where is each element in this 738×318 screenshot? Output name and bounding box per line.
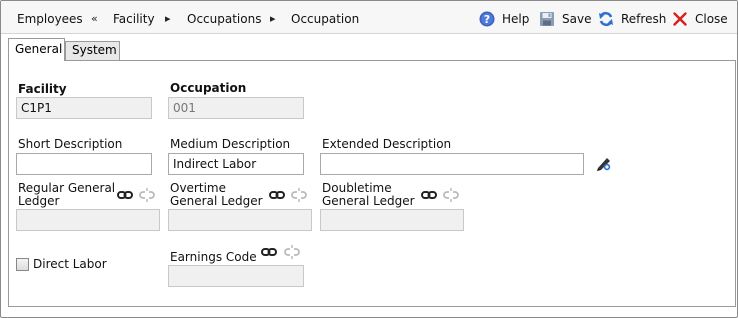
- breadcrumb-back-separator: «: [91, 12, 98, 25]
- facility-label: Facility: [18, 82, 67, 96]
- edit-pen-icon[interactable]: [595, 154, 613, 172]
- regular-gl-field: [16, 209, 160, 231]
- refresh-label: Refresh: [621, 12, 667, 26]
- help-label: Help: [502, 12, 530, 26]
- breadcrumb-employees[interactable]: Employees: [17, 12, 83, 26]
- close-button[interactable]: Close: [672, 10, 728, 28]
- doubletime-gl-label-line2: General Ledger: [322, 194, 415, 208]
- link-icon[interactable]: [261, 246, 277, 258]
- facility-field: C1P1: [16, 97, 152, 119]
- extended-description-input[interactable]: [320, 153, 584, 175]
- direct-labor-label: Direct Labor: [33, 257, 107, 271]
- top-toolbar: Employees « Facility ▸ Occupations ▸ Occ…: [1, 1, 737, 34]
- help-icon: ?: [479, 11, 495, 27]
- save-label: Save: [562, 12, 592, 26]
- medium-description-input[interactable]: Indirect Labor: [168, 153, 304, 175]
- breadcrumb-separator: ▸: [270, 12, 276, 25]
- occupation-field: 001: [168, 97, 304, 119]
- earnings-code-label: Earnings Code: [170, 250, 257, 264]
- overtime-gl-field: [168, 209, 312, 231]
- unlink-icon[interactable]: [139, 188, 155, 202]
- short-description-input[interactable]: [16, 153, 152, 175]
- extended-description-label: Extended Description: [322, 137, 452, 151]
- breadcrumb-separator: ▸: [165, 12, 171, 25]
- unlink-icon[interactable]: [284, 245, 300, 259]
- save-icon: [539, 11, 555, 27]
- svg-text:?: ?: [484, 13, 490, 26]
- help-button[interactable]: ? Help: [479, 10, 529, 28]
- close-icon: [672, 11, 688, 27]
- link-icon[interactable]: [269, 189, 285, 201]
- occupation-label: Occupation: [170, 81, 247, 95]
- unlink-icon[interactable]: [291, 188, 307, 202]
- tab-general[interactable]: General: [8, 38, 65, 61]
- breadcrumb-occupation: Occupation: [291, 12, 360, 26]
- unlink-icon[interactable]: [443, 188, 459, 202]
- regular-gl-label-line2: Ledger: [18, 194, 60, 208]
- link-icon[interactable]: [421, 189, 437, 201]
- doubletime-gl-field: [320, 209, 464, 231]
- refresh-button[interactable]: Refresh: [598, 10, 666, 28]
- save-button[interactable]: Save: [539, 10, 591, 28]
- breadcrumb-occupations[interactable]: Occupations: [187, 12, 261, 26]
- close-label: Close: [695, 12, 728, 26]
- earnings-code-field: [168, 265, 304, 287]
- overtime-gl-label-line2: General Ledger: [170, 194, 263, 208]
- short-description-label: Short Description: [18, 137, 123, 151]
- medium-description-label: Medium Description: [170, 137, 291, 151]
- direct-labor-checkbox[interactable]: [16, 258, 29, 271]
- breadcrumb-facility[interactable]: Facility: [113, 12, 155, 26]
- link-icon[interactable]: [117, 189, 133, 201]
- tab-system[interactable]: System: [65, 41, 120, 60]
- refresh-icon: [598, 11, 614, 27]
